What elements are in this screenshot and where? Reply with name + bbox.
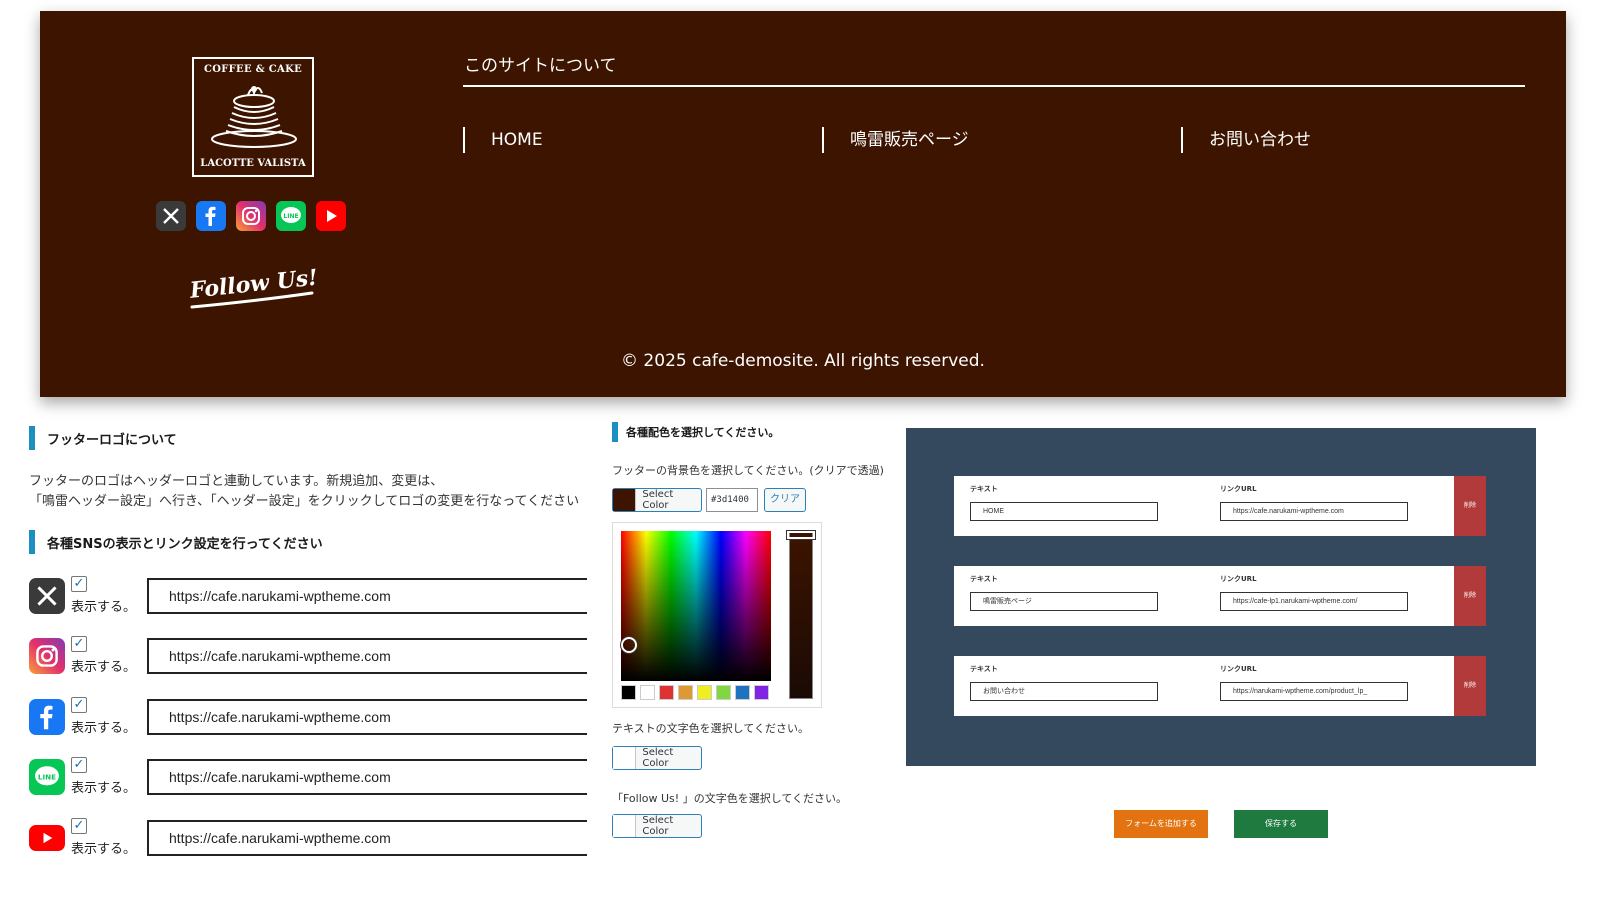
footer-nav: HOME 鳴雷販売ページ お問い合わせ xyxy=(463,127,1540,153)
sns-setting-instagram: ✓ 表示する。 https://cafe.narukami-wptheme.co… xyxy=(29,636,587,676)
follow-color-swatch xyxy=(613,815,637,837)
follow-color-label: 「Follow Us! 」の文字色を選択してください。 xyxy=(612,792,848,805)
delete-button[interactable]: 削除 xyxy=(1454,476,1486,536)
nav-form-row: テキスト リンクURL 鳴雷販売ページ https://cafe-lp1.nar… xyxy=(954,566,1486,626)
palette-swatch-white[interactable] xyxy=(640,685,655,700)
url-label: リンクURL xyxy=(1220,575,1257,583)
follow-select-color-button[interactable]: Select Color xyxy=(612,814,702,838)
show-facebook-label: 表示する。 xyxy=(71,721,137,736)
line-icon: LINE xyxy=(29,759,65,795)
color-picker-square[interactable] xyxy=(621,531,771,681)
show-line-label: 表示する。 xyxy=(71,781,137,796)
svg-text:LINE: LINE xyxy=(283,213,298,220)
logo-bottom-text: LACOTTE VALISTA xyxy=(200,158,306,169)
color-slider-handle[interactable] xyxy=(787,531,815,539)
sns-section-title: 各種SNSの表示とリンク設定を行ってください xyxy=(29,530,323,554)
show-line-checkbox[interactable]: ✓ xyxy=(71,757,87,773)
text-select-color-button[interactable]: Select Color xyxy=(612,746,702,770)
copyright-text: © 2025 cafe-demosite. All rights reserve… xyxy=(621,351,985,371)
logo-section-title: フッターロゴについて xyxy=(29,426,177,450)
palette-swatch-blue[interactable] xyxy=(735,685,750,700)
palette-swatch-green[interactable] xyxy=(716,685,731,700)
x-icon xyxy=(29,578,65,614)
footer-nav-contact[interactable]: お問い合わせ xyxy=(1181,127,1540,153)
footer-nav-shop[interactable]: 鳴雷販売ページ xyxy=(822,127,1181,153)
line-url-input[interactable]: https://cafe.narukami-wptheme.com xyxy=(147,759,587,795)
text-color-swatch xyxy=(613,747,637,769)
facebook-icon[interactable] xyxy=(196,201,226,231)
facebook-url-input[interactable]: https://cafe.narukami-wptheme.com xyxy=(147,699,587,735)
text-label: テキスト xyxy=(970,485,998,493)
footer-sns-icons: LINE xyxy=(156,201,346,231)
palette-swatch-yellow[interactable] xyxy=(697,685,712,700)
bg-clear-button[interactable]: クリア xyxy=(764,488,806,512)
text-label: テキスト xyxy=(970,575,998,583)
youtube-icon[interactable] xyxy=(316,201,346,231)
logo-top-text: COFFEE & CAKE xyxy=(203,64,303,75)
show-instagram-label: 表示する。 xyxy=(71,660,137,675)
url-label: リンクURL xyxy=(1220,485,1257,493)
show-x-label: 表示する。 xyxy=(71,600,137,615)
nav-url-input[interactable]: https://narukami-wptheme.com/product_lp_ xyxy=(1220,682,1408,701)
facebook-icon xyxy=(29,699,65,735)
delete-button[interactable]: 削除 xyxy=(1454,566,1486,626)
palette-swatch-black[interactable] xyxy=(621,685,636,700)
about-divider xyxy=(463,85,1525,87)
color-section-title: 各種配色を選択してください。 xyxy=(612,422,779,442)
palette-swatch-purple[interactable] xyxy=(754,685,769,700)
color-picker-handle[interactable] xyxy=(621,637,637,653)
nav-text-input[interactable]: HOME xyxy=(970,502,1158,521)
about-title: このサイトについて xyxy=(464,56,617,76)
text-color-label: テキストの文字色を選択してください。 xyxy=(612,722,810,735)
nav-text-input[interactable]: お問い合わせ xyxy=(970,682,1158,701)
instagram-icon xyxy=(29,638,65,674)
youtube-icon xyxy=(29,825,65,851)
bg-hex-input[interactable]: #3d1400 xyxy=(706,488,758,512)
pancake-icon xyxy=(211,86,297,148)
color-picker-slider[interactable] xyxy=(789,531,813,699)
x-url-input[interactable]: https://cafe.narukami-wptheme.com xyxy=(147,578,587,614)
show-x-checkbox[interactable]: ✓ xyxy=(71,576,87,592)
palette-swatch-orange[interactable] xyxy=(678,685,693,700)
show-facebook-checkbox[interactable]: ✓ xyxy=(71,697,87,713)
bg-color-swatch xyxy=(613,489,637,511)
url-label: リンクURL xyxy=(1220,665,1257,673)
line-icon[interactable]: LINE xyxy=(276,201,306,231)
nav-form-row: テキスト リンクURL お問い合わせ https://narukami-wpth… xyxy=(954,656,1486,716)
save-button[interactable]: 保存する xyxy=(1234,810,1328,838)
nav-form-row: テキスト リンクURL HOME https://cafe.narukami-w… xyxy=(954,476,1486,536)
show-instagram-checkbox[interactable]: ✓ xyxy=(71,636,87,652)
footer-logo: COFFEE & CAKE LACOTTE VALISTA xyxy=(192,57,314,177)
text-label: テキスト xyxy=(970,665,998,673)
show-youtube-checkbox[interactable]: ✓ xyxy=(71,818,87,834)
add-form-button[interactable]: フォームを追加する xyxy=(1114,810,1208,838)
sns-setting-youtube: ✓ 表示する。 https://cafe.narukami-wptheme.co… xyxy=(29,818,587,858)
color-picker xyxy=(612,522,822,708)
svg-text:Follow Us!: Follow Us! xyxy=(188,265,319,304)
sns-setting-x: ✓ 表示する。 https://cafe.narukami-wptheme.co… xyxy=(29,576,587,616)
svg-text:LINE: LINE xyxy=(38,772,56,781)
show-youtube-label: 表示する。 xyxy=(71,842,137,857)
footer-preview: COFFEE & CAKE LACOTTE VALISTA LINE Follo… xyxy=(40,11,1566,397)
follow-us-text: Follow Us! xyxy=(188,265,319,309)
color-palette xyxy=(621,685,769,700)
sns-setting-facebook: ✓ 表示する。 https://cafe.narukami-wptheme.co… xyxy=(29,697,587,737)
nav-url-input[interactable]: https://cafe.narukami-wptheme.com xyxy=(1220,502,1408,521)
instagram-icon[interactable] xyxy=(236,201,266,231)
nav-text-input[interactable]: 鳴雷販売ページ xyxy=(970,592,1158,611)
nav-url-input[interactable]: https://cafe-lp1.narukami-wptheme.com/ xyxy=(1220,592,1408,611)
nav-link-form: テキスト リンクURL HOME https://cafe.narukami-w… xyxy=(906,428,1536,766)
footer-nav-home[interactable]: HOME xyxy=(463,127,822,153)
logo-section-description: フッターのロゴはヘッダーロゴと連動しています。新規追加、変更は、 「鳴雷ヘッダー… xyxy=(29,474,580,509)
youtube-url-input[interactable]: https://cafe.narukami-wptheme.com xyxy=(147,820,587,856)
palette-swatch-red[interactable] xyxy=(659,685,674,700)
sns-setting-line: LINE ✓ 表示する。 https://cafe.narukami-wpthe… xyxy=(29,757,587,797)
bg-select-color-button[interactable]: Select Color xyxy=(612,488,702,512)
bg-color-label: フッターの背景色を選択してください。(クリアで透過) xyxy=(612,464,884,477)
x-icon[interactable] xyxy=(156,201,186,231)
instagram-url-input[interactable]: https://cafe.narukami-wptheme.com xyxy=(147,638,587,674)
delete-button[interactable]: 削除 xyxy=(1454,656,1486,716)
